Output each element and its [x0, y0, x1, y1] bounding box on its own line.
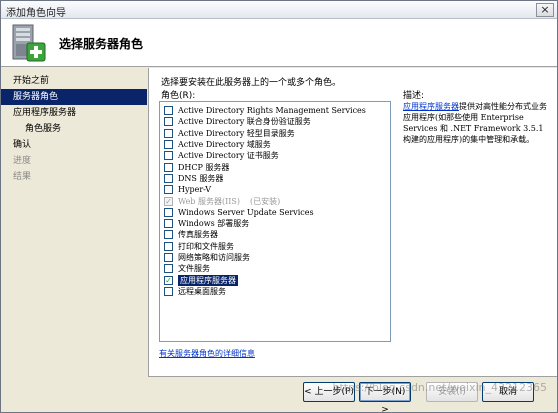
- role-label: DHCP 服务器: [178, 162, 230, 172]
- description-label: 描述:: [403, 91, 425, 101]
- server-add-icon: [7, 23, 47, 63]
- role-checkbox[interactable]: [164, 117, 173, 127]
- role-checkbox[interactable]: [164, 162, 173, 172]
- role-label: DNS 服务器: [178, 173, 224, 183]
- nav-item[interactable]: 确认: [1, 137, 147, 153]
- role-label: Web 服务器(IIS): [178, 196, 241, 206]
- role-checkbox[interactable]: [164, 185, 173, 195]
- role-row[interactable]: 文件服务: [160, 263, 390, 274]
- role-row[interactable]: 网络策略和访问服务: [160, 252, 390, 263]
- role-checkbox[interactable]: [164, 106, 173, 116]
- role-label: 传真服务器: [178, 230, 218, 240]
- role-row[interactable]: Active Directory Rights Management Servi…: [160, 105, 390, 116]
- role-checkbox[interactable]: [164, 140, 173, 150]
- description-text: 应用程序服务器提供对高性能分布式业务应用程序(如那些使用 Enterprise …: [403, 101, 553, 145]
- role-checkbox[interactable]: [164, 230, 173, 240]
- wizard-header: 选择服务器角色: [1, 19, 557, 67]
- role-label: 打印和文件服务: [178, 241, 234, 251]
- next-button[interactable]: 下一步(N) >: [359, 382, 411, 413]
- nav-item[interactable]: 服务器角色: [1, 89, 147, 105]
- role-checkbox[interactable]: [164, 253, 173, 262]
- instruction-text: 选择要安装在此服务器上的一个或多个角色。: [161, 78, 342, 88]
- add-roles-wizard-window: 添加角色向导 × 选择服务器角色 开始之前 服务器角色 应用程序服务器 角色服务 确认进…: [0, 0, 558, 413]
- role-label: Active Directory Rights Management Servi…: [178, 106, 366, 116]
- role-checkbox[interactable]: [164, 151, 173, 161]
- role-checkbox[interactable]: [164, 219, 173, 229]
- title-bar[interactable]: 添加角色向导 ×: [1, 1, 557, 19]
- wizard-content: 选择要安装在此服务器上的一个或多个角色。 角色(R): 描述: Active D…: [148, 68, 557, 376]
- role-label: Windows 部署服务: [178, 219, 250, 229]
- role-label: Windows Server Update Services: [178, 207, 314, 217]
- description-role-link[interactable]: 应用程序服务器: [403, 102, 459, 111]
- role-label: Active Directory 证书服务: [178, 151, 279, 161]
- close-button[interactable]: ×: [536, 3, 554, 17]
- role-label: Active Directory 域服务: [178, 140, 271, 150]
- roles-list[interactable]: Active Directory Rights Management Servi…: [159, 101, 391, 342]
- wizard-nav: 开始之前 服务器角色 应用程序服务器 角色服务 确认进度结果: [1, 68, 147, 412]
- role-row[interactable]: 打印和文件服务: [160, 241, 390, 252]
- role-row[interactable]: Active Directory 轻型目录服务: [160, 128, 390, 139]
- role-label: 远程桌面服务: [178, 286, 226, 296]
- role-checkbox[interactable]: [164, 207, 173, 217]
- role-label: Active Directory 联合身份验证服务: [178, 117, 311, 127]
- cancel-button[interactable]: 取消: [482, 382, 534, 402]
- previous-button[interactable]: < 上一步(P): [303, 382, 355, 402]
- role-checkbox[interactable]: [164, 173, 173, 183]
- role-row[interactable]: Windows Server Update Services: [160, 207, 390, 218]
- role-row[interactable]: 远程桌面服务: [160, 286, 390, 297]
- role-label: Active Directory 轻型目录服务: [178, 128, 295, 138]
- nav-item[interactable]: 角色服务: [1, 121, 147, 137]
- role-row[interactable]: 传真服务器: [160, 229, 390, 240]
- role-label: 文件服务: [178, 264, 210, 274]
- role-label: 网络策略和访问服务: [178, 253, 250, 262]
- nav-item: 进度: [13, 156, 32, 166]
- wizard-footer: < 上一步(P) 下一步(N) > 安装(I) 取消: [148, 376, 557, 413]
- role-row[interactable]: Hyper-V: [160, 184, 390, 195]
- install-button[interactable]: 安装(I): [426, 382, 478, 402]
- role-label: Hyper-V: [178, 185, 212, 195]
- nav-item[interactable]: 开始之前: [1, 73, 147, 89]
- role-checkbox[interactable]: [164, 241, 173, 251]
- role-row[interactable]: DHCP 服务器: [160, 161, 390, 172]
- role-row[interactable]: DNS 服务器: [160, 173, 390, 184]
- role-checkbox[interactable]: [164, 275, 173, 285]
- roles-label: 角色(R):: [161, 91, 196, 101]
- role-status: (已安装): [250, 196, 281, 206]
- role-checkbox[interactable]: [164, 264, 173, 274]
- role-row[interactable]: Active Directory 证书服务: [160, 150, 390, 161]
- role-row[interactable]: 应用程序服务器: [160, 274, 390, 286]
- role-checkbox[interactable]: [164, 286, 173, 296]
- role-checkbox: [164, 196, 173, 206]
- role-row: Web 服务器(IIS) (已安装): [160, 195, 390, 206]
- role-row[interactable]: Active Directory 域服务: [160, 139, 390, 150]
- role-row[interactable]: Windows 部署服务: [160, 218, 390, 229]
- role-row[interactable]: Active Directory 联合身份验证服务: [160, 116, 390, 127]
- more-info-link[interactable]: 有关服务器角色的详细信息: [159, 348, 255, 359]
- window-title: 添加角色向导: [6, 8, 66, 19]
- nav-item: 结果: [13, 172, 32, 182]
- page-title: 选择服务器角色: [59, 37, 144, 51]
- role-label: 应用程序服务器: [178, 274, 238, 286]
- role-checkbox[interactable]: [164, 128, 173, 138]
- nav-item[interactable]: 应用程序服务器: [1, 105, 147, 121]
